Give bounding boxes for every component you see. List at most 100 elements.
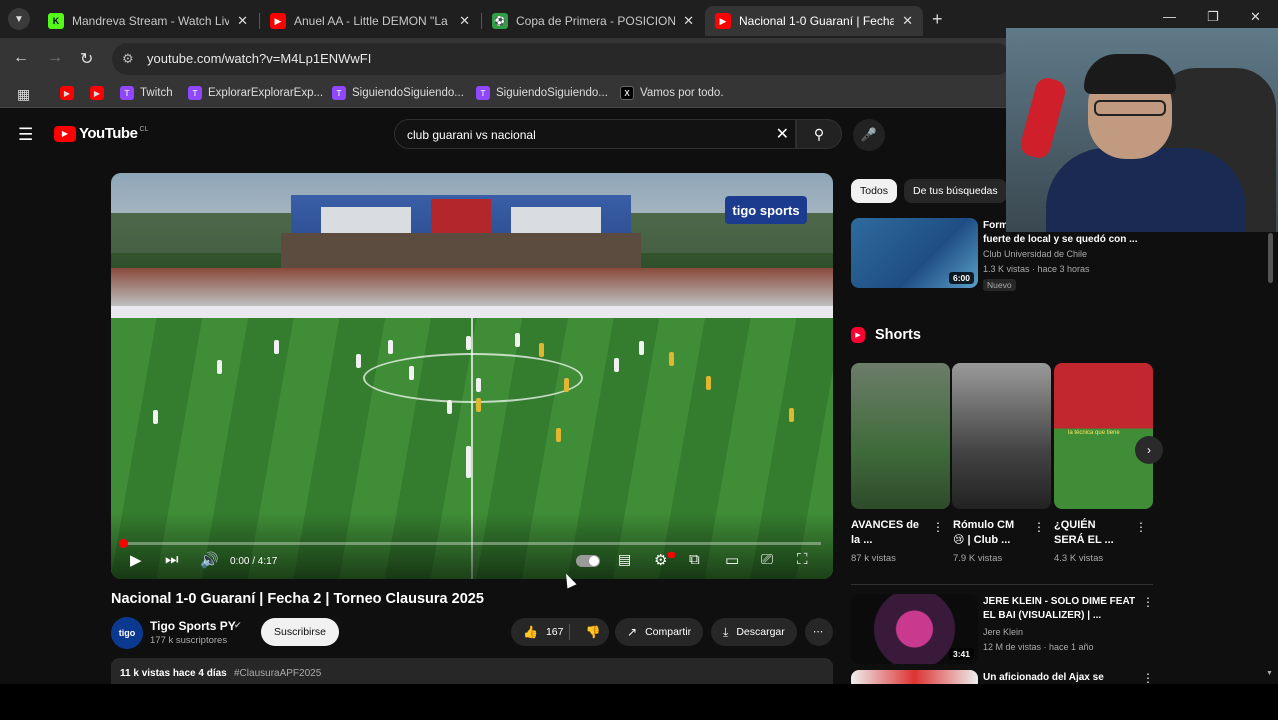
menu-icon[interactable]: ☰ (18, 125, 33, 145)
video-duration: 3:41 (948, 648, 974, 660)
recommended-title-2a[interactable]: JERE KLEIN - SOLO DIME FEAT (983, 595, 1135, 609)
clear-search-icon[interactable]: ✕ (776, 124, 789, 144)
scroll-down-icon[interactable]: ▼ (1266, 670, 1273, 677)
url-bar[interactable]: ⚙ youtube.com/watch?v=M4Lp1ENWwFI (112, 43, 1012, 75)
like-icon[interactable]: 👍 (523, 625, 538, 639)
more-actions-button[interactable]: ⋯ (805, 618, 833, 646)
description-box[interactable]: 11 k vistas hace 4 días #ClausuraAPF2025 (111, 658, 833, 684)
bookmark-siguiendo-1[interactable]: T SiguiendoSiguiendo... (332, 86, 464, 100)
short-thumbnail-1[interactable] (851, 363, 950, 509)
search-input[interactable]: club guarani vs nacional ✕ (394, 119, 796, 149)
short-title-1a[interactable]: AVANCES de (851, 518, 919, 533)
back-icon[interactable]: ← (13, 49, 29, 67)
streamer-webcam-overlay (1006, 28, 1278, 232)
tab-anuel[interactable]: ▶ Anuel AA - Little DEMON "La Ú ✕ (260, 6, 480, 36)
miniplayer-icon[interactable]: ⧉ (689, 551, 700, 568)
recommended-title-1a[interactable]: Form (983, 219, 1008, 233)
channel-avatar[interactable]: tigo (111, 617, 143, 649)
settings-icon[interactable]: ⚙ (654, 551, 667, 569)
recommended-channel-1[interactable]: Club Universidad de Chile (983, 249, 1087, 259)
more-vert-icon[interactable]: ⋮ (1142, 595, 1154, 609)
recommended-title-1b[interactable]: fuerte de local y se quedó con ... (983, 233, 1137, 247)
more-vert-icon[interactable]: ⋮ (1033, 520, 1045, 534)
youtube-logo[interactable]: ▶ YouTube CL (54, 125, 148, 142)
progress-bar[interactable] (119, 539, 821, 548)
like-count[interactable]: 167 (546, 626, 564, 638)
play-icon[interactable]: ▶ (130, 551, 142, 569)
dislike-icon[interactable]: 👎 (585, 625, 600, 639)
close-icon[interactable]: ✕ (902, 13, 913, 29)
tab-title: Copa de Primera - POSICIONES (516, 14, 676, 28)
close-icon[interactable]: ✕ (683, 13, 694, 29)
volume-icon[interactable]: 🔊 (200, 551, 219, 569)
tab-nacional-guarani[interactable]: ▶ Nacional 1-0 Guaraní | Fecha 2 ✕ (705, 6, 923, 36)
download-button[interactable]: ⤓ Descargar (711, 618, 797, 646)
autoplay-toggle[interactable] (576, 555, 600, 567)
chip-todos[interactable]: Todos (851, 179, 898, 203)
youtube-icon: ▶ (60, 86, 74, 100)
short-title-2b[interactable]: 😢 | Club ... (953, 533, 1010, 548)
close-icon[interactable]: ✕ (237, 13, 248, 29)
tab-copa-primera[interactable]: ⚽ Copa de Primera - POSICIONES ✕ (482, 6, 704, 36)
shorts-next-button[interactable]: › (1135, 436, 1163, 464)
short-title-3a[interactable]: ¿QUIÉN (1054, 518, 1096, 533)
subscribe-button[interactable]: Suscribirse (261, 618, 339, 646)
short-views-3: 4.3 K vistas (1054, 553, 1104, 564)
theater-mode-icon[interactable]: ▭ (725, 551, 739, 569)
window-close-icon[interactable]: ✕ (1250, 9, 1261, 25)
fullscreen-icon[interactable]: ⛶ (797, 551, 808, 568)
share-button[interactable]: ↗ Compartir (615, 618, 704, 646)
tab-mandreva[interactable]: K Mandreva Stream - Watch Live ✕ (38, 6, 258, 36)
more-vert-icon[interactable]: ⋮ (1135, 520, 1147, 534)
close-icon[interactable]: ✕ (459, 13, 470, 29)
site-settings-icon[interactable]: ⚙ (122, 51, 134, 67)
recommended-channel-2[interactable]: Jere Klein (983, 627, 1023, 637)
channel-name[interactable]: Tigo Sports PY (150, 619, 236, 633)
verified-icon: ✔ (234, 620, 242, 630)
short-title-3b[interactable]: SERÁ EL ... (1054, 533, 1114, 548)
short-title-2a[interactable]: Rómulo CM (953, 518, 1014, 533)
recommended-title-3[interactable]: Un aficionado del Ajax se (983, 671, 1104, 684)
more-vert-icon[interactable]: ⋮ (932, 520, 944, 534)
recommended-title-2b[interactable]: EL BAI (VISUALIZER) | ... (983, 609, 1101, 623)
reload-icon[interactable]: ↻ (80, 49, 93, 69)
bookmark-siguiendo-2[interactable]: T SiguiendoSiguiendo... (476, 86, 608, 100)
search-icon: ⚲ (813, 125, 825, 142)
cast-icon[interactable]: ⎚ (761, 551, 773, 568)
short-thumbnail-3[interactable]: la técnica que tiene (1054, 363, 1153, 509)
bookmark-x[interactable]: X Vamos por todo. (620, 86, 724, 100)
subtitles-icon[interactable]: ▤ (618, 551, 631, 568)
bookmark-twitch[interactable]: T Twitch (120, 86, 173, 100)
recommended-thumbnail-3[interactable] (851, 670, 978, 684)
next-icon[interactable]: ⏭ (165, 551, 179, 568)
chip-de-tus-busquedas[interactable]: De tus búsquedas (904, 179, 1007, 203)
more-vert-icon[interactable]: ⋮ (1142, 671, 1154, 684)
apps-grid-icon[interactable]: ▦ (17, 86, 30, 103)
scrollbar-thumb[interactable] (1268, 233, 1273, 283)
short-thumbnail-2[interactable] (952, 363, 1051, 509)
more-icon: ⋯ (813, 626, 824, 638)
recommended-thumbnail-1[interactable]: 6:00 (851, 218, 978, 288)
bookmark-label: Twitch (140, 87, 173, 99)
new-badge: Nuevo (983, 279, 1016, 291)
tab-search-icon[interactable]: ▼ (8, 8, 30, 30)
minimize-icon[interactable]: — (1163, 9, 1176, 24)
tab-title: Mandreva Stream - Watch Live (72, 14, 230, 28)
country-code: CL (139, 126, 149, 133)
hashtag-link[interactable]: #ClausuraAPF2025 (234, 668, 321, 679)
scrubber-handle[interactable] (119, 539, 128, 548)
voice-search-button[interactable]: 🎤 (853, 119, 885, 151)
bookmark-youtube-2[interactable]: ▶ (90, 86, 110, 100)
search-button[interactable]: ⚲ (796, 119, 842, 149)
share-icon: ↗ (627, 625, 638, 639)
restore-icon[interactable]: ❐ (1207, 9, 1219, 25)
youtube-icon: ▶ (715, 13, 731, 29)
forward-icon[interactable]: → (47, 49, 63, 67)
bookmark-explorar[interactable]: T ExplorarExplorarExp... (188, 86, 323, 100)
video-player[interactable]: tigo sports ▶ ⏭ 🔊 0:00 / 4:17 ▤ ⚙ ⧉ ▭ ⎚ … (111, 173, 833, 579)
bookmark-youtube-1[interactable]: ▶ (60, 86, 80, 100)
new-tab-icon[interactable]: + (932, 9, 943, 30)
microphone-icon: 🎤 (860, 127, 878, 142)
short-title-1b[interactable]: la ... (851, 533, 872, 548)
recommended-thumbnail-2[interactable]: 3:41 (851, 594, 978, 664)
